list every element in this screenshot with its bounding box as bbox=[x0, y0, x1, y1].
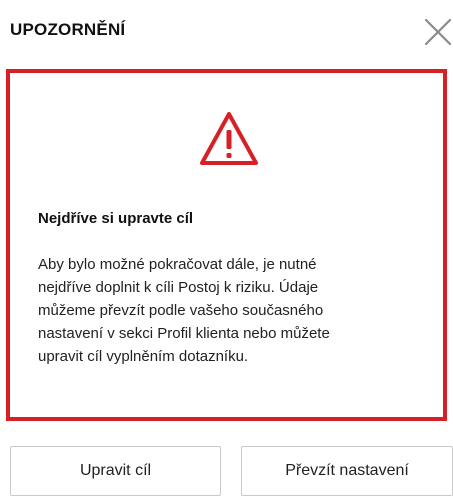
take-settings-button[interactable]: Převzít nastavení bbox=[241, 446, 453, 496]
alert-message-line: upravit cíl vyplněním dotazníku. bbox=[38, 348, 249, 365]
close-button[interactable] bbox=[423, 17, 453, 47]
alert-message-line: nejdříve doplnit k cíli Postoj k riziku.… bbox=[38, 279, 319, 296]
warning-triangle-icon bbox=[200, 112, 258, 165]
alert-message: Aby bylo možné pokračovat dále, je nutné… bbox=[38, 253, 418, 368]
alert-heading: Nejdříve si upravte cíl bbox=[38, 210, 194, 227]
warning-dialog: UPOZORNĚNÍ Nejdříve si upravte cíl Aby b… bbox=[0, 0, 453, 497]
alert-box: Nejdříve si upravte cíl Aby bylo možné p… bbox=[6, 69, 447, 421]
dialog-title: UPOZORNĚNÍ bbox=[10, 20, 126, 39]
close-icon bbox=[424, 18, 452, 46]
edit-goal-button[interactable]: Upravit cíl bbox=[10, 446, 221, 496]
alert-message-line: Aby bylo možné pokračovat dále, je nutné bbox=[38, 256, 317, 273]
alert-message-line: můžeme převzít podle vašeho současného bbox=[38, 302, 324, 319]
alert-message-line: nastavení v sekci Profil klienta nebo mů… bbox=[38, 325, 330, 342]
